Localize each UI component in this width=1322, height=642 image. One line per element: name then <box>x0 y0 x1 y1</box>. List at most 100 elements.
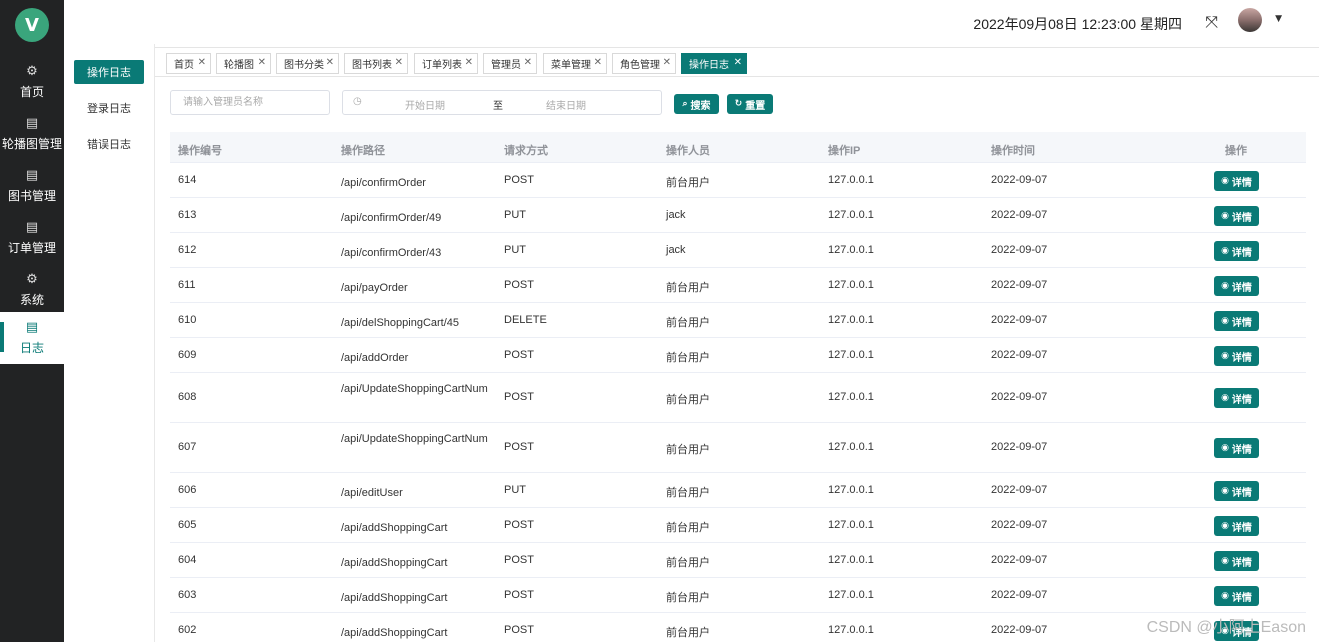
rail-item-carousel[interactable]: ▤ 轮播图管理 <box>0 108 64 160</box>
cell-method: PUT <box>504 244 526 256</box>
start-date-input[interactable]: 开始日期 <box>405 97 445 112</box>
detail-button[interactable]: ◉ 详情 <box>1214 276 1259 296</box>
app-logo[interactable]: V <box>15 8 49 42</box>
close-icon[interactable]: ✕ <box>326 57 334 68</box>
logo-letter: V <box>25 14 39 36</box>
fullscreen-icon[interactable]: ⤧ <box>1205 12 1218 32</box>
column-header: 请求方式 <box>504 145 548 157</box>
detail-button-label: 详情 <box>1231 352 1252 364</box>
tab-label: 轮播图 <box>224 60 254 71</box>
submenu-login-log[interactable]: 登录日志 <box>74 96 144 120</box>
table-row: 603/api/addShoppingCart POST 前台用户 127.0.0.1… <box>170 578 1306 613</box>
admin-name-input[interactable]: 请输入管理员名称 <box>170 90 330 115</box>
detail-button[interactable]: ◉ 详情 <box>1214 516 1259 536</box>
cell-path: /api/confirmOrder/43 <box>341 247 442 259</box>
tab-book-category[interactable]: 图书分类 ✕ <box>276 53 339 74</box>
cell-operator: 前台用户 <box>666 282 710 294</box>
cell-ip: 127.0.0.1 <box>828 484 874 496</box>
cell-ip: 127.0.0.1 <box>828 554 874 566</box>
submenu-operation-log[interactable]: 操作日志 <box>74 60 144 84</box>
tab-operation-log[interactable]: 操作日志 ✕ <box>681 53 747 74</box>
cell-time: 2022-09-07 <box>991 589 1048 601</box>
cell-method: POST <box>504 279 534 291</box>
eye-icon: ◉ <box>1221 211 1229 221</box>
eye-icon: ◉ <box>1221 281 1229 291</box>
tab-label: 操作日志 <box>689 60 729 71</box>
date-range-picker[interactable]: ◷ 开始日期 至 结束日期 <box>342 90 662 115</box>
close-icon[interactable]: ✕ <box>663 57 671 68</box>
rail-item-label: 图书管理 <box>7 188 56 203</box>
cell-id: 614 <box>178 174 197 186</box>
rail-item-books[interactable]: ▤ 图书管理 <box>0 160 64 212</box>
close-icon[interactable]: ✕ <box>734 57 742 68</box>
detail-button-label: 详情 <box>1231 212 1252 224</box>
main-content: 首页 ✕ 轮播图 ✕ 图书分类 ✕ 图书列表 ✕ 订单列表 ✕ 管理员 ✕ 菜单管理 ✕ 角色… <box>154 44 1322 642</box>
detail-button[interactable]: ◉ 详情 <box>1214 388 1259 408</box>
eye-icon: ◉ <box>1221 556 1229 566</box>
cell-id: 613 <box>178 209 197 221</box>
cell-time: 2022-09-07 <box>991 624 1048 636</box>
cell-operator: jack <box>666 244 686 256</box>
close-icon[interactable]: ✕ <box>258 57 266 68</box>
detail-button[interactable]: ◉ 详情 <box>1214 438 1259 458</box>
tab-book-list[interactable]: 图书列表 ✕ <box>344 53 408 74</box>
close-icon[interactable]: ✕ <box>465 57 473 68</box>
close-icon[interactable]: ✕ <box>594 57 602 68</box>
gear-icon: ⚙ <box>26 271 38 287</box>
rail-item-label: 系统 <box>19 292 44 307</box>
detail-button[interactable]: ◉ 详情 <box>1214 206 1259 226</box>
cell-method: POST <box>504 349 534 361</box>
table-body: 614/api/confirmOrder POST 前台用户 127.0.0.1 202… <box>170 163 1306 642</box>
column-header: 操作 <box>1225 145 1247 157</box>
cell-operator: 前台用户 <box>666 522 710 534</box>
cell-operator: 前台用户 <box>666 627 710 639</box>
close-icon[interactable]: ✕ <box>198 57 206 68</box>
tab-home[interactable]: 首页 ✕ <box>166 53 211 74</box>
cell-ip: 127.0.0.1 <box>828 441 874 453</box>
detail-button[interactable]: ◉ 详情 <box>1214 551 1259 571</box>
submenu-error-log[interactable]: 错误日志 <box>74 132 144 156</box>
tab-menu-manage[interactable]: 菜单管理 ✕ <box>543 53 607 74</box>
caret-down-icon[interactable]: ▼ <box>1275 14 1282 24</box>
cell-id: 602 <box>178 624 197 636</box>
avatar[interactable] <box>1238 8 1262 32</box>
search-button[interactable]: ⌕ 搜索 <box>674 94 719 114</box>
detail-button[interactable]: ◉ 详情 <box>1214 241 1259 261</box>
cell-ip: 127.0.0.1 <box>828 174 874 186</box>
reset-button[interactable]: ↻ 重置 <box>727 94 773 114</box>
rail-item-home[interactable]: ⚙ 首页 <box>0 56 64 108</box>
end-date-input[interactable]: 结束日期 <box>546 97 586 112</box>
detail-button-label: 详情 <box>1231 557 1252 569</box>
clipboard-icon: ▤ <box>25 167 39 183</box>
cell-path: /api/delShoppingCart/45 <box>341 317 460 329</box>
column-header: 操作编号 <box>178 145 222 157</box>
cell-id: 603 <box>178 589 197 601</box>
detail-button[interactable]: ◉ 详情 <box>1214 481 1259 501</box>
cell-path: /api/UpdateShoppingCartNum <box>341 433 488 445</box>
cell-path: /api/payOrder <box>341 282 408 294</box>
tab-carousel[interactable]: 轮播图 ✕ <box>216 53 271 74</box>
detail-button[interactable]: ◉ 详情 <box>1214 346 1259 366</box>
cell-id: 604 <box>178 554 197 566</box>
tab-admin[interactable]: 管理员 ✕ <box>483 53 537 74</box>
close-icon[interactable]: ✕ <box>524 57 532 68</box>
cell-operator: 前台用户 <box>666 592 710 604</box>
tab-role-manage[interactable]: 角色管理 ✕ <box>612 53 676 74</box>
detail-button[interactable]: ◉ 详情 <box>1214 586 1259 606</box>
rail-item-orders[interactable]: ▤ 订单管理 <box>0 212 64 264</box>
detail-button[interactable]: ◉ 详情 <box>1214 171 1259 191</box>
rail-item-system[interactable]: ⚙ 系统 <box>0 264 64 316</box>
rail-item-log[interactable]: ▤ 日志 <box>0 312 64 364</box>
tab-order-list[interactable]: 订单列表 ✕ <box>414 53 478 74</box>
cell-operator: 前台用户 <box>666 557 710 569</box>
rail-item-label: 轮播图管理 <box>1 136 62 151</box>
cell-ip: 127.0.0.1 <box>828 624 874 636</box>
table-row: 607/api/UpdateShoppingCartNum POST 前台用户 127… <box>170 423 1306 473</box>
cell-ip: 127.0.0.1 <box>828 314 874 326</box>
cell-ip: 127.0.0.1 <box>828 349 874 361</box>
cell-path: /api/addShoppingCart <box>341 522 448 534</box>
detail-button[interactable]: ◉ 详情 <box>1214 311 1259 331</box>
close-icon[interactable]: ✕ <box>395 57 403 68</box>
table-row: 614/api/confirmOrder POST 前台用户 127.0.0.1 202… <box>170 163 1306 198</box>
cell-time: 2022-09-07 <box>991 484 1048 496</box>
